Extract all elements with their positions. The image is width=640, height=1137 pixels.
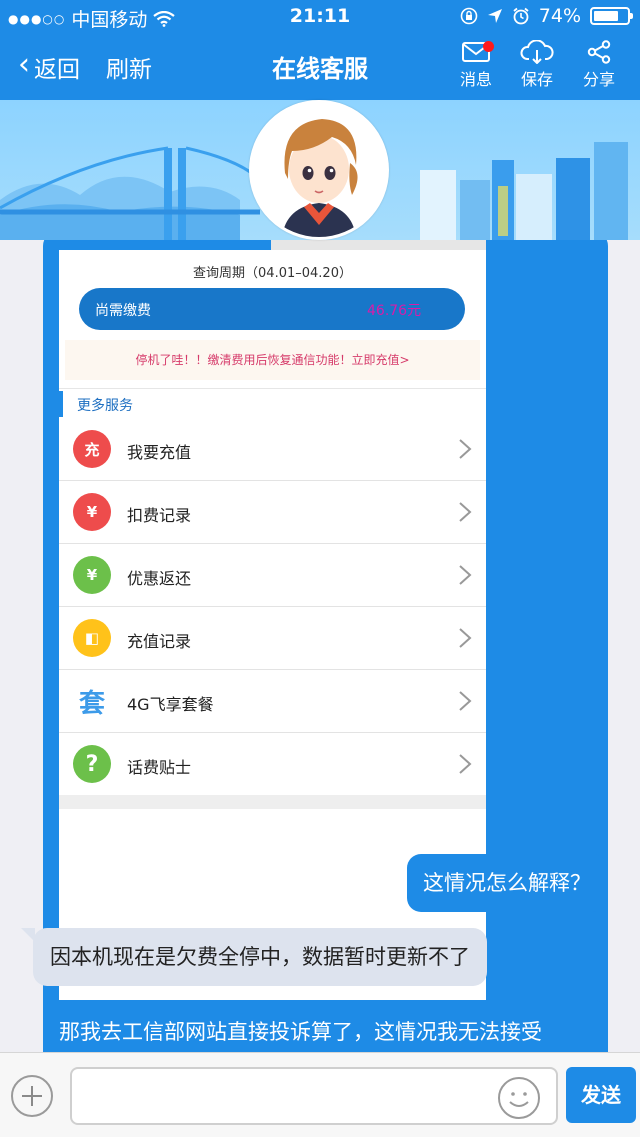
section-title: 更多服务: [77, 398, 133, 414]
menu-item-4g-plan[interactable]: 套 4G飞享套餐: [59, 670, 486, 733]
amount-due-label: 尚需缴费: [95, 303, 151, 319]
menu-item-label: 优惠返还: [127, 569, 192, 588]
navigation-bar: ‹ 返回 刷新 在线客服 消息 保存 分享: [0, 34, 640, 100]
battery-percent: 74%: [538, 5, 581, 27]
query-period: 查询周期（04.01–04.20）: [193, 266, 352, 281]
chat-area[interactable]: 查询周期（04.01–04.20） 尚需缴费 46.76元 停机了哇！！缴清费用…: [0, 240, 640, 1052]
save-button[interactable]: 保存: [512, 40, 562, 90]
menu-item-recharge-history[interactable]: ◧ 充值记录: [59, 607, 486, 670]
share-button[interactable]: 分享: [574, 40, 624, 90]
unread-badge: [483, 41, 494, 52]
user-message-bubble: 那我去工信部网站直接投诉算了，这情况我无法接受: [43, 1000, 608, 1052]
agent-avatar: [249, 100, 389, 240]
message-input-bar: 发送: [0, 1052, 640, 1137]
chevron-right-icon: [459, 502, 472, 522]
chevron-right-icon: [459, 628, 472, 648]
card-tab-indicator: [59, 240, 486, 250]
share-icon: [587, 40, 611, 64]
agent-cartoon-illustration: [252, 103, 386, 237]
service-menu: 充 我要充值 ¥ 扣费记录 ¥ 优惠返还 ◧ 充值记录 套 4G飞享套餐 ? 话…: [59, 418, 486, 796]
messages-button[interactable]: 消息: [451, 40, 501, 90]
send-button[interactable]: 发送: [566, 1067, 636, 1123]
menu-item-charges-history[interactable]: ¥ 扣费记录: [59, 481, 486, 544]
share-label: 分享: [582, 70, 615, 89]
cloud-download-icon: [520, 40, 554, 64]
emoji-button[interactable]: [498, 1077, 540, 1119]
status-bar: ●●●○○ 中国移动 21:11 74%: [0, 0, 640, 34]
menu-item-label: 充值记录: [127, 632, 192, 651]
status-right: 74%: [460, 5, 633, 27]
agent-message-bubble: 因本机现在是欠费全停中，数据暂时更新不了: [21, 928, 487, 986]
phone-search-icon: ◧: [73, 619, 111, 657]
recharge-icon: 充: [73, 430, 111, 468]
battery-icon: [590, 7, 633, 25]
menu-item-recharge[interactable]: 充 我要充值: [59, 418, 486, 481]
section-header: 更多服务: [59, 388, 486, 418]
rotation-lock-icon: [460, 7, 478, 25]
menu-item-label: 我要充值: [127, 443, 192, 462]
menu-item-billing-tips[interactable]: ? 话费贴士: [59, 733, 486, 796]
chevron-right-icon: [459, 439, 472, 459]
user-message-bubble: 这情况怎么解释？: [407, 854, 607, 912]
message-input[interactable]: [70, 1067, 558, 1125]
menu-item-label: 话费贴士: [127, 758, 192, 777]
alarm-icon: [513, 7, 529, 25]
chevron-right-icon: [459, 691, 472, 711]
menu-item-label: 4G飞享套餐: [127, 695, 214, 714]
question-mark-icon: ?: [73, 745, 111, 783]
chevron-right-icon: [459, 565, 472, 585]
section-divider: [59, 795, 486, 809]
amount-due-bar: 尚需缴费 46.76元: [79, 288, 465, 330]
hand-yen-icon: ¥: [73, 556, 111, 594]
menu-item-label: 扣费记录: [127, 506, 192, 525]
messages-label: 消息: [459, 70, 492, 89]
plan-package-icon: 套: [78, 688, 105, 719]
save-label: 保存: [520, 70, 553, 89]
smiley-icon: [509, 1092, 529, 1107]
amount-due-value: 46.76元: [367, 303, 422, 319]
phone-yen-icon: ¥: [73, 493, 111, 531]
suspension-notice-link[interactable]: 停机了哇！！缴清费用后恢复通信功能！立即充值>: [65, 340, 480, 380]
location-arrow-icon: [487, 9, 502, 23]
add-attachment-button[interactable]: [11, 1075, 53, 1117]
menu-item-rebates[interactable]: ¥ 优惠返还: [59, 544, 486, 607]
chevron-right-icon: [459, 754, 472, 774]
